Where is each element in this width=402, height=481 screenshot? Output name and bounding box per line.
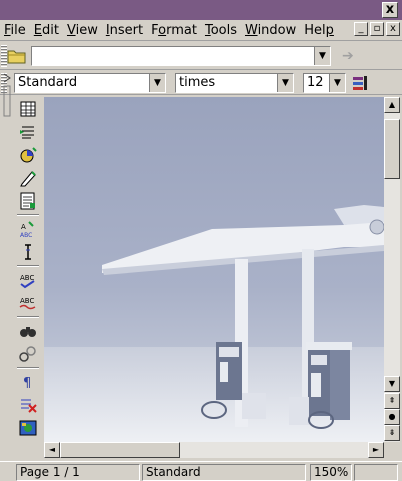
insert-fields-icon[interactable]: [17, 122, 39, 142]
toolbar-separator: [17, 316, 39, 318]
zoom-indicator[interactable]: 150%: [310, 464, 352, 481]
toolbar-separator: [17, 214, 39, 216]
menu-window[interactable]: Window: [241, 23, 300, 38]
svg-text:ABC: ABC: [20, 232, 32, 239]
side-panel-handle[interactable]: [2, 72, 12, 122]
url-input[interactable]: ▼: [31, 46, 331, 66]
clear-icon[interactable]: [17, 395, 39, 415]
scroll-right-button[interactable]: ►: [368, 442, 384, 458]
scroll-up-button[interactable]: ▲: [384, 97, 400, 113]
svg-text:ABC: ABC: [20, 274, 34, 282]
menu-insert[interactable]: Insert: [102, 23, 147, 38]
form-icon[interactable]: [17, 191, 39, 211]
document-window-controls: _ ▫ x: [354, 22, 400, 36]
menu-bar: File Edit View Insert Format Tools Window Help …: [0, 20, 402, 41]
page-indicator: Page 1 / 1: [16, 464, 140, 481]
title-bar: x: [0, 0, 402, 20]
table-icon[interactable]: [17, 99, 39, 119]
menu-tools[interactable]: Tools: [201, 23, 241, 38]
hyperlink-icon[interactable]: [17, 344, 39, 364]
navigator-button[interactable]: ●: [384, 409, 400, 425]
menu-help[interactable]: Help: [300, 23, 338, 38]
font-name-select[interactable]: times ▼: [175, 73, 294, 93]
chevron-down-icon[interactable]: ▼: [329, 74, 345, 92]
minimize-button[interactable]: _: [354, 22, 368, 36]
find-icon[interactable]: [17, 321, 39, 341]
menu-file[interactable]: File: [0, 23, 30, 38]
text-color-icon[interactable]: [352, 75, 368, 91]
font-size-value: 12: [307, 75, 324, 90]
horizontal-scroll-thumb[interactable]: [60, 442, 180, 458]
load-url-icon[interactable]: ➔: [342, 48, 354, 64]
url-dropdown-button[interactable]: ▼: [314, 47, 330, 65]
font-name-value: times: [179, 75, 216, 90]
scroll-down-button[interactable]: ▼: [384, 376, 400, 392]
window-close-button[interactable]: x: [382, 2, 398, 18]
edit-document-icon[interactable]: [17, 168, 39, 188]
formatting-marks-icon[interactable]: ¶: [17, 372, 39, 392]
chevron-down-icon[interactable]: ▼: [277, 74, 293, 92]
svg-text:¶: ¶: [23, 376, 31, 391]
main-toolbar: A ABC ABC ABC ¶: [14, 97, 42, 455]
restore-button[interactable]: ▫: [370, 22, 384, 36]
horizontal-scrollbar[interactable]: ◄ ►: [44, 442, 384, 458]
vertical-scroll-thumb[interactable]: [384, 119, 400, 179]
vertical-scrollbar[interactable]: ▲ ▼ ⇞ ● ⇟: [384, 97, 400, 442]
status-bar: Page 1 / 1 Standard 150%: [0, 461, 402, 481]
next-page-button[interactable]: ⇟: [384, 425, 400, 441]
gallery-icon[interactable]: [17, 418, 39, 438]
scroll-left-button[interactable]: ◄: [44, 442, 60, 458]
svg-text:ABC: ABC: [20, 297, 34, 305]
function-bar: ▼ ➔: [0, 42, 402, 70]
insert-mode-indicator[interactable]: [354, 464, 398, 481]
open-folder-icon[interactable]: [7, 47, 27, 65]
paragraph-style-value: Standard: [18, 75, 78, 90]
menu-view[interactable]: View: [63, 23, 102, 38]
menu-format[interactable]: Format: [147, 23, 201, 38]
svg-text:A: A: [21, 223, 26, 231]
page-style-indicator[interactable]: Standard: [142, 464, 306, 481]
chart-icon[interactable]: [17, 145, 39, 165]
previous-page-button[interactable]: ⇞: [384, 393, 400, 409]
paragraph-style-select[interactable]: Standard ▼: [14, 73, 166, 93]
object-bar: Standard ▼ times ▼ 12 ▼: [0, 71, 402, 95]
toolbar-separator: [17, 265, 39, 267]
close-document-button[interactable]: x: [386, 22, 400, 36]
autocorrect-icon[interactable]: ABC: [17, 293, 39, 313]
chevron-down-icon[interactable]: ▼: [149, 74, 165, 92]
autospell-icon[interactable]: A ABC: [17, 219, 39, 239]
text-cursor-icon[interactable]: [17, 242, 39, 262]
menu-edit[interactable]: Edit: [30, 23, 63, 38]
toolbar-separator: [17, 367, 39, 369]
font-size-select[interactable]: 12 ▼: [303, 73, 346, 93]
spellcheck-icon[interactable]: ABC: [17, 270, 39, 290]
gas-station-photo: [44, 97, 384, 442]
document-canvas[interactable]: [44, 97, 384, 442]
